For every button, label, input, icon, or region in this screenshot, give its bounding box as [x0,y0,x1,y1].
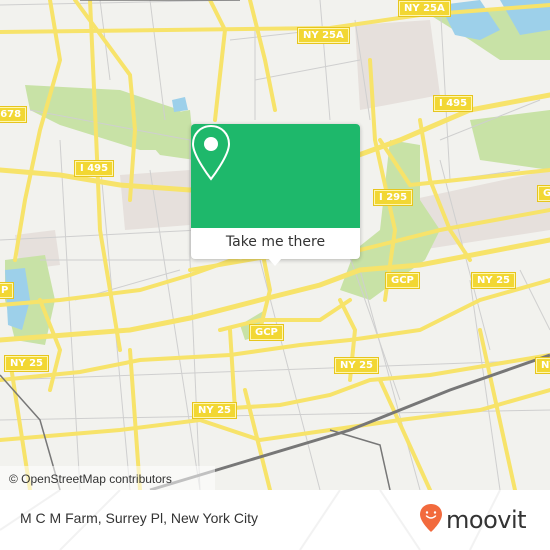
road-shield-gcp: GCP [250,325,283,340]
water [172,97,188,112]
moovit-logo-text[interactable]: moovit [446,506,527,534]
popup-header [191,124,360,228]
road-shield-i295: I 295 [374,190,413,205]
road-shield-ny25: NY 25 [335,358,379,373]
road-shield-i678: I 678 [0,107,27,122]
map[interactable]: NY 25A NY 25A I 678 I 495 I 495 I 295 GC… [0,0,550,490]
road-shield-ny25: NY 25 [472,273,516,288]
take-me-there-button[interactable]: Take me there [191,228,360,259]
place-name: M C M Farm, Surrey Pl, New York City [20,510,259,526]
road-shield-ny25: NY [536,358,550,373]
park [470,110,550,170]
urban-area [355,20,440,110]
road-shield-gcp: P [0,283,14,298]
moovit-logo-icon[interactable] [419,503,443,533]
road-shield-i495: I 495 [75,161,114,176]
road-shield-ny25: NY 25 [5,356,49,371]
popup-pointer [268,258,282,266]
road-shield-gcp: GC [538,186,550,201]
road-shield-ny25: NY 25 [193,403,237,418]
location-popup: Take me there [191,124,360,266]
osm-attribution-link[interactable]: © OpenStreetMap contributors [9,472,172,486]
road-shield-i495: I 495 [434,96,473,111]
road-shield-gcp: GCP [386,273,419,288]
road-shield-ny25a: NY 25A [298,28,349,43]
road-shield-ny25a: NY 25A [399,1,450,16]
map-pin-icon [191,124,231,181]
